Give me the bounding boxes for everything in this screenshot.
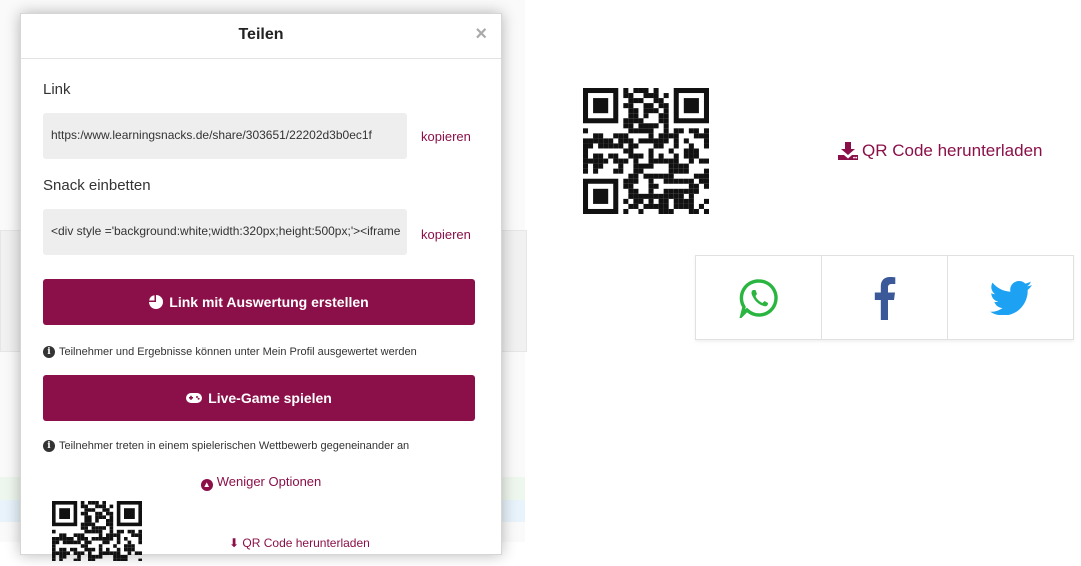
qr-code-image xyxy=(583,88,709,219)
share-link-value: https:/www.learningsnacks.de/share/30365… xyxy=(51,128,372,142)
copy-link-button[interactable]: kopieren xyxy=(421,129,471,144)
background-card xyxy=(0,230,22,352)
whatsapp-icon xyxy=(738,278,778,318)
whatsapp-share-button[interactable] xyxy=(696,256,822,339)
share-link-field[interactable]: https:/www.learningsnacks.de/share/30365… xyxy=(43,113,407,159)
embed-label: Snack einbetten xyxy=(43,177,151,194)
embed-code-field[interactable]: <div style ='background:white;width:320p… xyxy=(43,209,407,255)
gamepad-icon xyxy=(186,393,203,403)
share-dialog: Teilen × Link https:/www.learningsnacks.… xyxy=(20,13,502,566)
copy-embed-button[interactable]: kopieren xyxy=(421,227,471,242)
small-qr-code xyxy=(52,501,142,566)
analysis-info-text: Teilnehmer und Ergebnisse können unter M… xyxy=(59,346,417,358)
small-download-link[interactable]: ⬇ QR Code herunterladen xyxy=(229,536,370,550)
facebook-icon xyxy=(874,276,895,320)
close-icon[interactable]: × xyxy=(475,24,487,44)
live-info-text: Teilnehmer treten in einem spielerischen… xyxy=(59,440,410,452)
pie-chart-icon xyxy=(149,295,164,309)
twitter-icon xyxy=(989,280,1032,315)
info-icon: i xyxy=(43,346,55,358)
download-icon: ⬇ xyxy=(229,536,240,550)
create-analysis-link-label: Link mit Auswertung erstellen xyxy=(169,294,369,310)
less-options-label: Weniger Optionen xyxy=(216,474,322,489)
analysis-info: i Teilnehmer und Ergebnisse können unter… xyxy=(43,346,417,358)
qr-download-link[interactable]: QR Code herunterladen xyxy=(838,141,1043,161)
download-icon xyxy=(838,142,858,160)
social-share-bar xyxy=(695,255,1074,340)
dialog-title: Teilen xyxy=(238,26,284,43)
facebook-share-button[interactable] xyxy=(822,256,948,339)
qr-download-label: QR Code herunterladen xyxy=(862,141,1043,160)
play-live-game-label: Live-Game spielen xyxy=(208,390,332,406)
background-card xyxy=(500,230,527,352)
create-analysis-link-button[interactable]: Link mit Auswertung erstellen xyxy=(43,279,475,325)
less-options-link[interactable]: ▲ Weniger Optionen xyxy=(21,474,501,491)
arrow-up-circle-icon: ▲ xyxy=(200,478,213,491)
small-download-label: QR Code herunterladen xyxy=(242,536,370,550)
embed-code-value: <div style ='background:white;width:320p… xyxy=(51,224,401,238)
dialog-header: Teilen × xyxy=(21,14,501,59)
live-info: i Teilnehmer treten in einem spielerisch… xyxy=(43,440,409,452)
info-icon: i xyxy=(43,440,55,452)
play-live-game-button[interactable]: Live-Game spielen xyxy=(43,375,475,421)
twitter-share-button[interactable] xyxy=(948,256,1073,339)
link-label: Link xyxy=(43,81,71,98)
